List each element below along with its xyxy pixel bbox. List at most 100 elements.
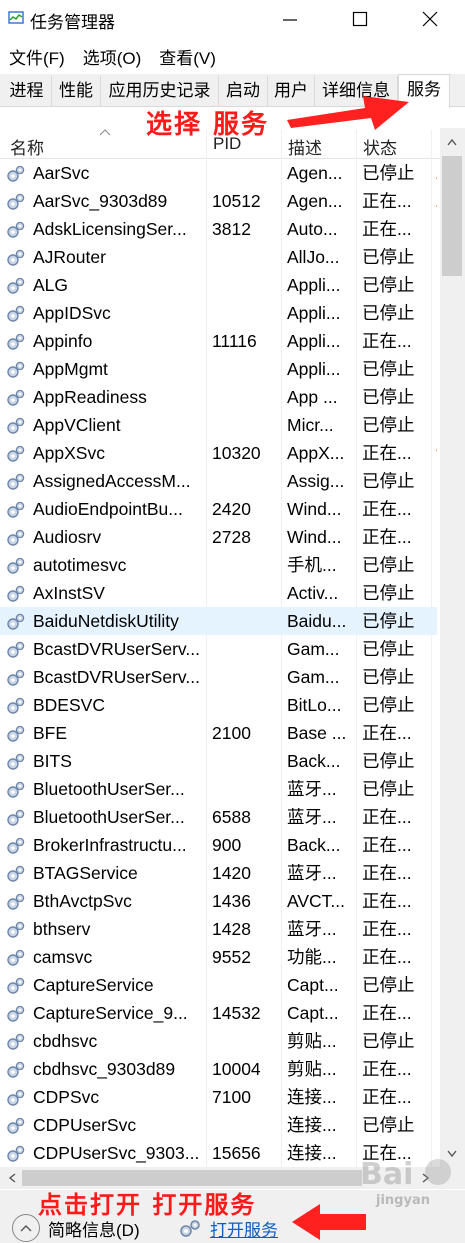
service-gear-icon [6,1060,26,1080]
table-row[interactable]: BFE 2100 Base ... 正在... [0,719,437,747]
maximize-button[interactable] [325,0,395,38]
service-gear-icon [6,192,26,212]
table-row[interactable]: autotimesvc 手机... 已停止 [0,551,437,579]
service-name: CaptureService [33,975,154,995]
table-row[interactable]: Audiosrv 2728 Wind... 正在... [0,523,437,551]
table-row[interactable]: CaptureService_9... 14532 Capt... 正在... [0,999,437,1027]
tab-app-history[interactable]: 应用历史记录 [101,76,219,106]
service-status: 正在... [362,331,412,351]
tab-processes[interactable]: 进程 [2,76,52,106]
scroll-left-icon[interactable] [8,1173,16,1183]
table-row[interactable]: cbdhsvc_9303d89 10004 剪贴... 正在... [0,1055,437,1083]
table-row[interactable]: AppVClient Micr... 已停止 [0,411,437,439]
table-row[interactable]: AppIDSvc Appli... 已停止 [0,299,437,327]
table-row[interactable]: AarSvc_9303d89 10512 Agen... 正在... A [0,187,437,215]
service-status: 已停止 [362,303,415,323]
service-status: 已停止 [362,359,415,379]
service-gear-icon [6,808,26,828]
service-description: Wind... [287,527,342,547]
service-status: 正在... [362,1087,412,1107]
service-pid: 9552 [212,947,251,967]
service-name: BFE [33,723,68,743]
table-row[interactable]: AudioEndpointBu... 2420 Wind... 正在... [0,495,437,523]
table-row[interactable]: AarSvc Agen... 已停止 A [0,159,437,187]
service-name: cbdhsvc_9303d89 [33,1059,176,1079]
service-description: Gam... [287,667,340,687]
horizontal-scroll-thumb[interactable] [22,1170,362,1186]
service-name: AdskLicensingSer... [33,219,187,239]
menu-options[interactable]: 选项(O) [74,40,151,72]
table-row[interactable]: BthAvctpSvc 1436 AVCT... 正在... [0,887,437,915]
table-row[interactable]: AssignedAccessM... Assig... 已停止 [0,467,437,495]
service-name: BcastDVRUserServ... [33,667,200,687]
table-row[interactable]: AJRouter AllJo... 已停止 [0,243,437,271]
header-name[interactable]: 名称 [10,134,44,159]
table-row[interactable]: BluetoothUserSer... 6588 蓝牙... 正在... [0,803,437,831]
annotation-select-services: 选择 服务 [146,110,270,140]
table-row[interactable]: camsvc 9552 功能... 正在... [0,943,437,971]
table-row[interactable]: Appinfo 11116 Appli... 正在... [0,327,437,355]
service-status: 已停止 [362,639,415,659]
service-status: 已停止 [362,611,415,631]
table-row[interactable]: CaptureService Capt... 已停止 [0,971,437,999]
menu-view[interactable]: 查看(V) [150,40,225,72]
table-row[interactable]: CDPSvc 7100 连接... 正在... [0,1083,437,1111]
annotation-click-open: 点击打开 打开服务 [38,1191,257,1219]
service-status: 正在... [362,443,412,463]
service-gear-icon [6,1116,26,1136]
table-row[interactable]: BaiduNetdiskUtility Baidu... 已停止 [0,607,437,635]
table-row[interactable]: AppReadiness App ... 已停止 [0,383,437,411]
service-pid: 2728 [212,527,251,547]
close-button[interactable] [395,0,465,38]
table-row[interactable]: CDPUserSvc 连接... 已停止 [0,1111,437,1139]
table-row[interactable]: BluetoothUserSer... 蓝牙... 已停止 [0,775,437,803]
vertical-scroll-thumb[interactable] [442,156,462,276]
table-row[interactable]: AdskLicensingSer... 3812 Auto... 正在... [0,215,437,243]
service-status: 已停止 [362,975,415,995]
table-row[interactable]: AppXSvc 10320 AppX... 正在... v [0,439,437,467]
service-name: autotimesvc [33,555,127,575]
header-description[interactable]: 描述 [288,134,322,159]
table-row[interactable]: BrokerInfrastructu... 900 Back... 正在... [0,831,437,859]
service-gear-icon [6,696,26,716]
table-row[interactable]: BcastDVRUserServ... Gam... 已停止 [0,663,437,691]
tab-performance[interactable]: 性能 [52,76,101,106]
table-row[interactable]: BITS Back... 已停止 [0,747,437,775]
service-description: AllJo... [287,247,340,267]
tab-startup[interactable]: 启动 [219,76,268,106]
title-bar: 任务管理器 [0,0,465,38]
table-row[interactable]: BTAGService 1420 蓝牙... 正在... [0,859,437,887]
minimize-button[interactable] [255,0,325,38]
service-description: Activ... [287,583,339,603]
service-name: BITS [33,751,72,771]
service-name: bthserv [33,919,91,939]
service-gear-icon [6,920,26,940]
table-row[interactable]: bthserv 1428 蓝牙... 正在... [0,915,437,943]
scroll-up-icon[interactable] [447,138,457,146]
service-name: BrokerInfrastructu... [33,835,187,855]
table-row[interactable]: cbdhsvc 剪贴... 已停止 [0,1027,437,1055]
menu-bar: 文件(F) 选项(O) 查看(V) [0,40,465,72]
service-gear-icon [6,780,26,800]
table-row[interactable]: BDESVC BitLo... 已停止 [0,691,437,719]
table-row[interactable]: AxInstSV Activ... 已停止 [0,579,437,607]
service-description: 手机... [287,555,337,575]
sort-ascending-icon [99,129,111,136]
service-pid: 10004 [212,1059,261,1079]
service-name: AarSvc [33,163,90,183]
table-row[interactable]: ALG Appli... 已停止 [0,271,437,299]
header-status[interactable]: 状态 [363,134,397,159]
table-row[interactable]: BcastDVRUserServ... Gam... 已停止 [0,635,437,663]
service-description: Agen... [287,163,343,183]
table-row[interactable]: AppMgmt Appli... 已停止 [0,355,437,383]
menu-file[interactable]: 文件(F) [0,40,74,72]
service-gear-icon [6,472,26,492]
vertical-scrollbar[interactable] [440,128,465,1168]
service-pid: 10512 [212,191,261,211]
service-description: Micr... [287,415,334,435]
service-description: Base ... [287,723,347,743]
service-gear-icon [6,304,26,324]
maximize-icon [352,11,368,27]
service-name: AppIDSvc [33,303,111,323]
svg-text:Bai: Bai [360,1157,413,1192]
